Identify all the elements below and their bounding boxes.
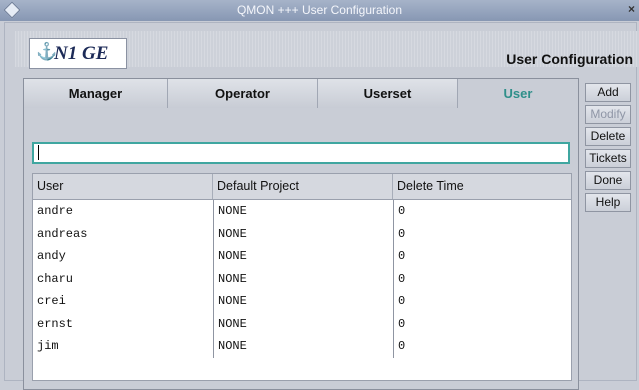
table-row[interactable]: jim NONE 0 bbox=[33, 335, 571, 358]
action-button-column: Add Modify Delete Tickets Done Help bbox=[583, 83, 633, 215]
tab-bar: Manager Operator Userset User bbox=[24, 79, 578, 109]
table-row[interactable]: andy NONE 0 bbox=[33, 245, 571, 268]
cell-user: andre bbox=[37, 204, 74, 218]
delete-button[interactable]: Delete bbox=[585, 127, 631, 146]
cell-delete-time: 0 bbox=[393, 290, 571, 313]
config-panel: Manager Operator Userset User User Defau… bbox=[23, 78, 579, 390]
cell-default-project: NONE bbox=[213, 200, 393, 223]
table-row[interactable]: ernst NONE 0 bbox=[33, 312, 571, 335]
table-row[interactable]: andre NONE 0 bbox=[33, 200, 571, 223]
cell-user: crei bbox=[37, 294, 66, 308]
cell-default-project: NONE bbox=[213, 335, 393, 358]
column-header-default-project[interactable]: Default Project bbox=[213, 174, 393, 199]
cell-user: jim bbox=[37, 339, 59, 353]
cell-delete-time: 0 bbox=[393, 335, 571, 358]
cell-delete-time: 0 bbox=[393, 312, 571, 335]
text-caret bbox=[38, 145, 39, 161]
tab-userset[interactable]: Userset bbox=[318, 79, 458, 108]
cell-user: andy bbox=[37, 249, 66, 263]
add-button[interactable]: Add bbox=[585, 83, 631, 102]
user-table[interactable]: User Default Project Delete Time andre N… bbox=[32, 173, 572, 381]
done-button[interactable]: Done bbox=[585, 171, 631, 190]
modify-button[interactable]: Modify bbox=[585, 105, 631, 124]
cell-default-project: NONE bbox=[213, 245, 393, 268]
table-row[interactable]: charu NONE 0 bbox=[33, 267, 571, 290]
tab-user[interactable]: User bbox=[458, 79, 578, 108]
page-title: User Configuration bbox=[506, 51, 633, 67]
tab-manager[interactable]: Manager bbox=[24, 79, 168, 108]
table-row[interactable]: andreas NONE 0 bbox=[33, 222, 571, 245]
cell-user: charu bbox=[37, 271, 74, 286]
header-bar: ⚓ N1 GE User Configuration bbox=[15, 31, 639, 69]
table-header: User Default Project Delete Time bbox=[33, 174, 571, 200]
cell-default-project: NONE bbox=[213, 290, 393, 313]
cell-delete-time: 0 bbox=[393, 200, 571, 223]
close-icon[interactable]: × bbox=[628, 2, 635, 16]
column-header-delete-time[interactable]: Delete Time bbox=[393, 174, 571, 199]
tab-operator[interactable]: Operator bbox=[168, 79, 318, 108]
cell-user: andreas bbox=[37, 226, 88, 241]
cell-delete-time: 0 bbox=[393, 222, 571, 245]
main-window: ⚓ N1 GE User Configuration Manager Opera… bbox=[4, 22, 639, 390]
tickets-button[interactable]: Tickets bbox=[585, 149, 631, 168]
logo-text: N1 GE bbox=[54, 43, 109, 64]
cell-default-project: NONE bbox=[213, 222, 393, 245]
table-row[interactable]: crei NONE 0 bbox=[33, 290, 571, 313]
cell-delete-time: 0 bbox=[393, 267, 571, 290]
window-titlebar[interactable]: QMON +++ User Configuration × bbox=[0, 0, 639, 21]
cell-default-project: NONE bbox=[213, 267, 393, 290]
n1-ge-logo: ⚓ N1 GE bbox=[29, 38, 127, 69]
cell-default-project: NONE bbox=[213, 312, 393, 335]
user-filter-input[interactable] bbox=[32, 142, 570, 164]
window-title: QMON +++ User Configuration bbox=[236, 3, 403, 17]
column-header-user[interactable]: User bbox=[33, 174, 213, 199]
cell-user: ernst bbox=[37, 316, 74, 331]
help-button[interactable]: Help bbox=[585, 193, 631, 212]
cell-delete-time: 0 bbox=[393, 245, 571, 268]
table-body: andre NONE 0 andreas NONE 0 andy NONE 0 … bbox=[33, 200, 571, 358]
